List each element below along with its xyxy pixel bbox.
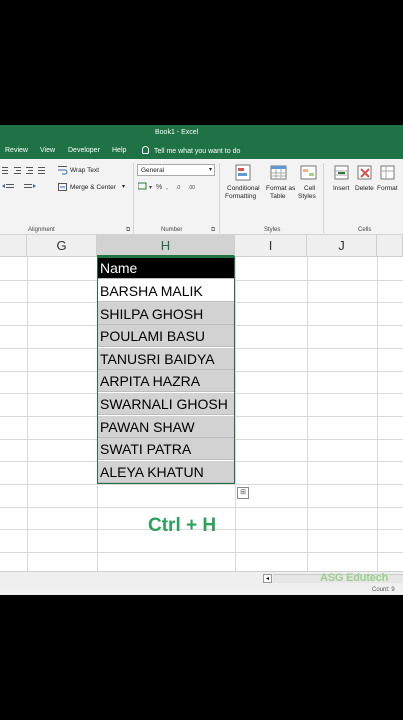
svg-text:.0: .0: [176, 185, 180, 191]
column-gridline: [235, 257, 236, 571]
insert-cells-icon[interactable]: [332, 163, 352, 183]
insert-label[interactable]: Insert: [333, 185, 349, 192]
number-launcher-icon[interactable]: ⧉: [211, 227, 215, 234]
name-cell[interactable]: TANUSRI BAIDYA: [97, 347, 235, 370]
tab-help[interactable]: Help: [112, 147, 126, 154]
row-gridline: [0, 506, 403, 508]
shortcut-caption: Ctrl + H: [148, 515, 217, 536]
header-cell-name[interactable]: Name: [97, 257, 235, 279]
group-divider: [219, 163, 220, 233]
name-cell[interactable]: SWATI PATRA: [97, 438, 235, 461]
tab-view[interactable]: View: [40, 147, 55, 154]
wrap-text-icon: [58, 166, 68, 175]
excel-window: Book1 - Excel Review View Developer Help…: [0, 125, 403, 595]
format-cells-icon[interactable]: [378, 163, 398, 183]
merge-center-button[interactable]: Merge & Center: [70, 184, 116, 191]
status-count: Count: 9: [372, 587, 395, 593]
tab-developer[interactable]: Developer: [68, 147, 100, 154]
lightbulb-icon: [142, 146, 149, 154]
row-gridline: [0, 484, 403, 485]
cell-styles-label-2[interactable]: Styles: [298, 193, 316, 200]
alignment-launcher-icon[interactable]: ⧉: [126, 227, 130, 234]
number-format-select[interactable]: General ▾: [137, 164, 215, 176]
conditional-formatting-icon[interactable]: [234, 163, 254, 183]
name-cell[interactable]: SHILPA GHOSH: [97, 302, 235, 325]
number-group-label: Number: [161, 227, 183, 233]
column-gridline: [377, 257, 378, 571]
name-cell[interactable]: POULAMI BASU: [97, 325, 235, 348]
name-cell[interactable]: PAWAN SHAW: [97, 415, 235, 438]
group-divider: [323, 163, 324, 233]
styles-group-label: Styles: [264, 227, 281, 233]
wrap-text-button[interactable]: Wrap Text: [70, 167, 99, 174]
column-header-h[interactable]: H: [97, 235, 235, 257]
window-title: Book1 - Excel: [155, 129, 199, 136]
svg-text:,: ,: [166, 184, 168, 191]
cell-styles-label-1[interactable]: Cell: [304, 185, 315, 192]
number-format-value: General: [141, 167, 165, 174]
format-as-table-label-1[interactable]: Format as: [266, 185, 295, 192]
name-cell[interactable]: BARSHA MALIK: [97, 280, 235, 302]
tab-review[interactable]: Review: [5, 147, 28, 154]
delete-label[interactable]: Delete: [355, 185, 374, 192]
tell-me-text: Tell me what you want to do: [154, 148, 241, 155]
column-header-i[interactable]: I: [235, 235, 307, 257]
column-header-j[interactable]: J: [307, 235, 377, 257]
alignment-group-label: Alignment: [28, 227, 55, 233]
format-as-table-icon[interactable]: [269, 163, 289, 183]
column-gridline: [307, 257, 308, 571]
sheet-bar: ◂ ASG Edutech: [0, 571, 403, 585]
indent-arrows-icons[interactable]: [2, 183, 52, 193]
svg-text:.00: .00: [188, 185, 195, 191]
cells-group-label: Cells: [358, 227, 372, 233]
column-header-blank: [0, 235, 27, 257]
delete-cells-icon[interactable]: [355, 163, 375, 183]
worksheet-grid[interactable]: G H I J Name BARSHA MALIK SHILPA GHOSH POU…: [0, 235, 403, 576]
cell-styles-icon[interactable]: [299, 163, 319, 183]
name-cell[interactable]: ARPITA HAZRA: [97, 370, 235, 393]
chevron-down-icon[interactable]: ▾: [122, 183, 125, 190]
svg-text:%: %: [156, 184, 162, 191]
name-cell[interactable]: SWARNALI GHOSH: [97, 393, 235, 415]
format-label[interactable]: Format: [377, 185, 398, 192]
tell-me-box[interactable]: Tell me what you want to do: [142, 146, 240, 155]
conditional-formatting-label-1[interactable]: Conditional: [227, 185, 260, 192]
number-format-buttons[interactable]: ▾ %, .0 .00: [138, 181, 218, 193]
status-bar: Count: 9: [0, 585, 403, 595]
conditional-formatting-label-2[interactable]: Formatting: [225, 193, 256, 200]
merge-center-icon: [58, 183, 67, 191]
svg-text:▾: ▾: [149, 185, 152, 191]
column-gridline: [27, 257, 28, 571]
quick-analysis-icon[interactable]: ⊞: [237, 487, 249, 499]
ribbon: Wrap Text Merge & Center ▾ Alignment ⧉ G…: [0, 159, 403, 235]
watermark: ASG Edutech: [320, 572, 389, 584]
chevron-down-icon: ▾: [208, 167, 212, 173]
scroll-left-arrow-icon[interactable]: ◂: [263, 574, 272, 583]
column-header-k[interactable]: [377, 235, 403, 257]
ribbon-tabs: Review View Developer Help Tell me what …: [0, 142, 403, 159]
indent-icons[interactable]: [2, 166, 52, 176]
column-header-g[interactable]: G: [27, 235, 97, 257]
group-divider: [133, 163, 134, 233]
title-bar: Book1 - Excel: [0, 125, 403, 142]
row-gridline: [0, 552, 403, 554]
name-cell[interactable]: ALEYA KHATUN: [97, 460, 235, 483]
format-as-table-label-2[interactable]: Table: [270, 193, 286, 200]
